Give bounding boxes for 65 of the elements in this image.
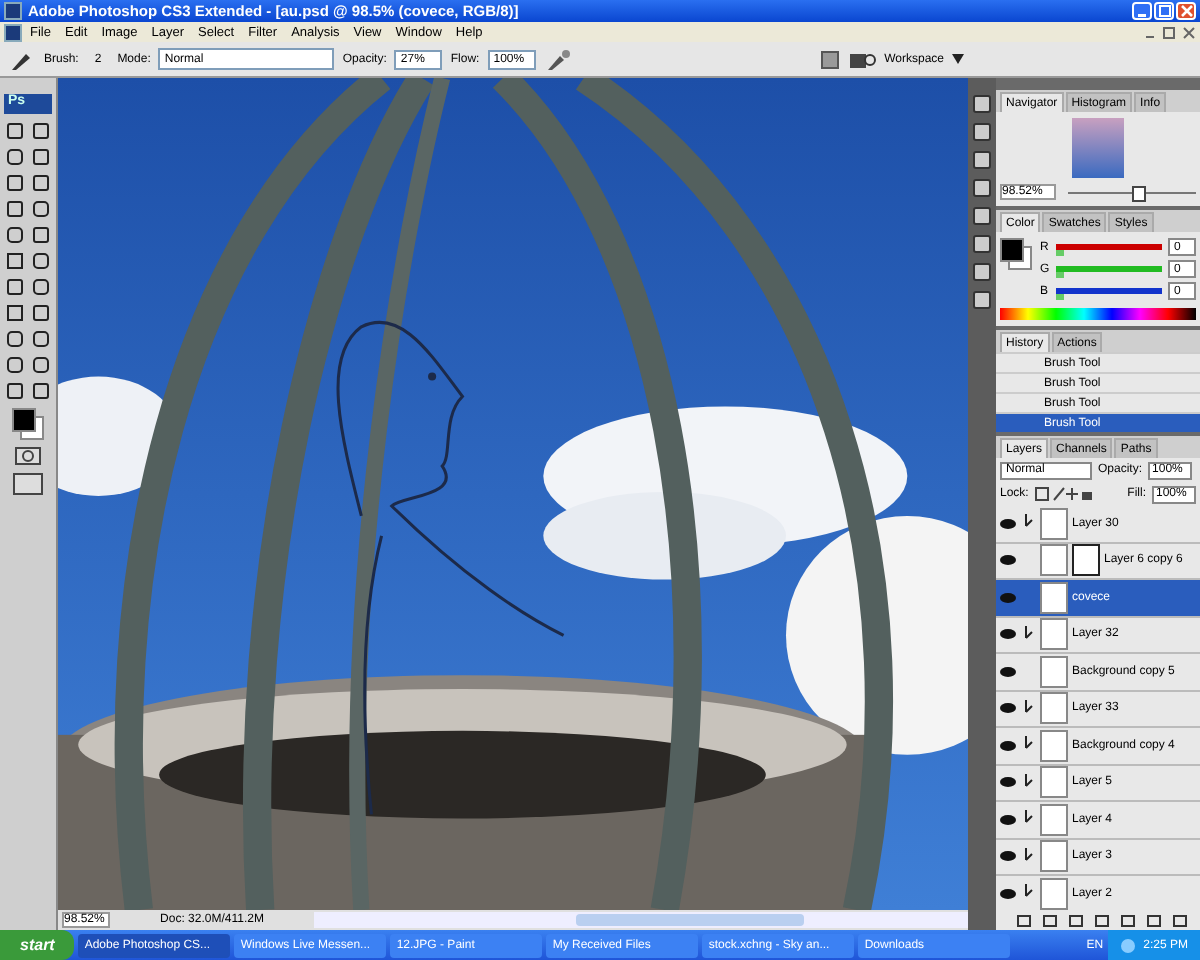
layer-thumbnail: [1040, 840, 1068, 873]
tool-icon[interactable]: [30, 224, 52, 246]
color-swatches[interactable]: [12, 408, 44, 440]
eye-icon[interactable]: [1000, 739, 1016, 752]
layer-thumbnail: [1040, 766, 1068, 799]
color-spectrum[interactable]: [1000, 308, 1196, 320]
tool-icon[interactable]: [30, 354, 52, 376]
eye-icon[interactable]: [1000, 665, 1016, 678]
minimize-button[interactable]: [1132, 2, 1152, 20]
layer-thumbnail: [1040, 729, 1068, 762]
tool-icon[interactable]: [4, 276, 26, 298]
tool-icon[interactable]: [4, 172, 26, 194]
eye-icon[interactable]: [1000, 813, 1016, 826]
document-controls-icon[interactable]: [1144, 25, 1196, 39]
layer-thumbnail: [1040, 655, 1068, 688]
tool-icon[interactable]: [4, 120, 26, 142]
tool-icon[interactable]: [30, 198, 52, 220]
tool-icon[interactable]: [30, 380, 52, 402]
eye-icon[interactable]: [1000, 702, 1016, 715]
tool-icon[interactable]: [4, 302, 26, 324]
tool-icon[interactable]: [4, 250, 26, 272]
tool-icon[interactable]: [4, 328, 26, 350]
maximize-button[interactable]: [1154, 2, 1174, 20]
eye-icon[interactable]: [1000, 887, 1016, 900]
horizontal-scrollbar[interactable]: [314, 912, 968, 928]
layer-thumbnail: [1040, 507, 1068, 540]
canvas-drawing[interactable]: [58, 78, 968, 910]
eye-icon[interactable]: [1000, 776, 1016, 789]
tool-icon[interactable]: [4, 224, 26, 246]
screen-mode-icon[interactable]: [12, 472, 44, 496]
tool-icon[interactable]: [4, 198, 26, 220]
navigator-thumbnail: [1072, 118, 1124, 178]
lock-icons[interactable]: [1034, 486, 1095, 502]
tool-icon[interactable]: [30, 276, 52, 298]
maximize-icon: [1157, 4, 1171, 18]
airbrush-icon[interactable]: [543, 47, 572, 71]
tool-icon[interactable]: [30, 172, 52, 194]
caret-icon: [952, 54, 964, 64]
layer-thumbnail: [1040, 581, 1068, 614]
tool-icon[interactable]: [30, 146, 52, 168]
eye-icon[interactable]: [1000, 850, 1016, 863]
quick-mask-icon[interactable]: [14, 446, 42, 466]
tool-icon[interactable]: [4, 146, 26, 168]
layer-thumbnail: [1040, 692, 1068, 725]
eye-icon[interactable]: [1000, 628, 1016, 641]
layer-thumbnail: [1040, 877, 1068, 910]
start-button[interactable]: start: [0, 930, 75, 960]
tool-icon[interactable]: [4, 380, 26, 402]
tool-icon[interactable]: [30, 328, 52, 350]
channel-slider[interactable]: [1056, 266, 1162, 272]
tool-icon[interactable]: [30, 250, 52, 272]
eye-icon[interactable]: [1000, 554, 1016, 567]
eye-icon[interactable]: [1000, 517, 1016, 530]
close-icon: [1179, 4, 1193, 18]
layer-thumbnail: [1040, 803, 1068, 836]
channel-slider[interactable]: [1056, 244, 1162, 250]
tool-icon[interactable]: [30, 302, 52, 324]
tool-icon[interactable]: [30, 120, 52, 142]
color-swatches[interactable]: [1000, 238, 1032, 270]
zoom-slider-thumb[interactable]: [1132, 185, 1147, 201]
close-button[interactable]: [1176, 2, 1196, 20]
layer-thumbnail: [1040, 618, 1068, 651]
layer-thumbnail: [1040, 544, 1068, 577]
tool-icon[interactable]: [4, 354, 26, 376]
channel-slider[interactable]: [1056, 288, 1162, 294]
